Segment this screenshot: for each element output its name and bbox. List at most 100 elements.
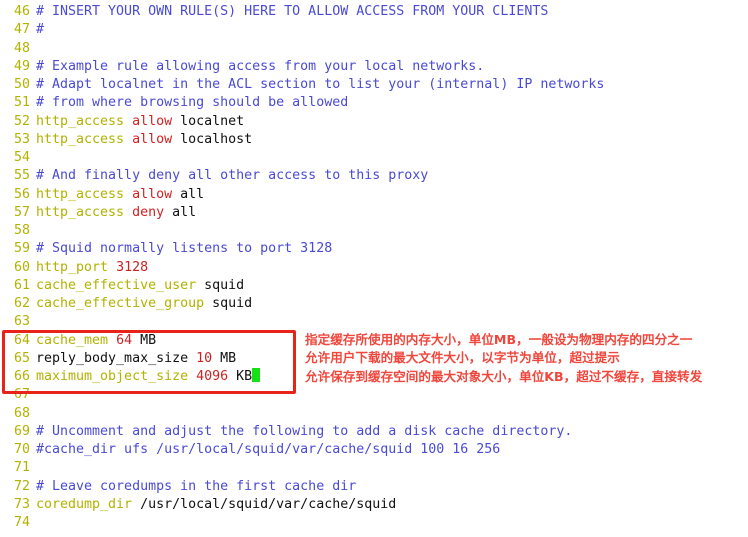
- code-line[interactable]: 55 # And finally deny all other access to…: [0, 167, 748, 185]
- code-line[interactable]: 49 # Example rule allowing access from yo…: [0, 58, 748, 76]
- code-token-comment: #: [36, 22, 45, 38]
- code-token-comment: # Example rule allowing access from your…: [36, 58, 485, 74]
- code-line[interactable]: 58: [0, 222, 748, 240]
- code-token-number: 10: [196, 350, 221, 366]
- code-token-plain: all: [180, 186, 205, 202]
- code-line[interactable]: 59 # Squid normally listens to port 3128: [0, 240, 748, 258]
- code-line[interactable]: 56 http_access allow all: [0, 186, 748, 204]
- code-line[interactable]: 57 http_access deny all: [0, 204, 748, 222]
- code-token-directive: http_port: [36, 259, 117, 275]
- code-line[interactable]: 52 http_access allow localnet: [0, 113, 748, 131]
- line-number: 63: [13, 314, 30, 330]
- line-number: 56: [13, 186, 30, 202]
- line-number: 53: [13, 131, 30, 147]
- code-token-keyword: allow: [132, 186, 181, 202]
- code-line[interactable]: 69 # Uncomment and adjust the following t…: [0, 423, 748, 441]
- code-token-directive: http_access: [36, 113, 133, 129]
- code-token-keyword: allow: [132, 113, 181, 129]
- line-number: 49: [13, 58, 30, 74]
- line-number: 73: [13, 496, 30, 512]
- code-token-plain: reply_body_max_size: [36, 350, 197, 366]
- line-number: 66: [13, 369, 30, 384]
- code-line[interactable]: 67: [0, 386, 748, 404]
- line-number: 74: [13, 515, 30, 530]
- code-token-directive: coredump_dir: [36, 496, 141, 512]
- line-number: 69: [13, 423, 30, 439]
- annotation-line: 允许保存到缓存空间的最大对象大小，单位KB，超过不缓存，直接转发: [305, 368, 703, 384]
- code-line[interactable]: 50 # Adapt localnet in the ACL section to…: [0, 76, 748, 94]
- annotation-line: 指定缓存所使用的内存大小，单位MB，一般设为物理内存的四分之一: [305, 332, 693, 347]
- code-token-plain: MB: [220, 350, 237, 366]
- line-number: 59: [13, 241, 30, 257]
- code-line[interactable]: 63: [0, 313, 748, 331]
- code-token-comment: # Squid normally listens to port 3128: [36, 241, 333, 257]
- code-line[interactable]: 74: [0, 514, 748, 532]
- code-line[interactable]: 62 cache_effective_group squid: [0, 295, 748, 313]
- line-number: 54: [13, 150, 30, 165]
- code-line[interactable]: 47 #: [0, 21, 748, 39]
- line-number: 65: [13, 350, 30, 366]
- code-token-comment: # from where browsing should be allowed: [36, 95, 349, 111]
- line-number: 64: [13, 332, 30, 348]
- code-token-comment: # Adapt localnet in the ACL section to l…: [36, 77, 605, 92]
- code-token-number: 64: [116, 332, 141, 348]
- code-line[interactable]: 54: [0, 149, 748, 167]
- line-number: 68: [13, 405, 30, 421]
- code-token-directive: cache_effective_user: [36, 277, 205, 293]
- code-line[interactable]: 73 coredump_dir /usr/local/squid/var/cach…: [0, 496, 748, 514]
- code-token-directive: http_access: [36, 204, 133, 220]
- code-editor[interactable]: 46 # INSERT YOUR OWN RULE(S) HERE TO ALLO…: [0, 0, 748, 537]
- code-token-number: 4096: [196, 369, 237, 384]
- code-token-number: 3128: [116, 259, 149, 275]
- code-line[interactable]: 71: [0, 459, 748, 477]
- code-token-plain: KB: [236, 369, 253, 384]
- code-token-directive: http_access: [36, 186, 133, 202]
- code-token-plain: localnet: [180, 113, 245, 129]
- code-token-plain: MB: [140, 332, 157, 348]
- line-number: 51: [13, 95, 30, 111]
- line-number: 61: [13, 277, 30, 293]
- line-number: 55: [13, 168, 30, 184]
- code-line[interactable]: 48: [0, 40, 748, 58]
- code-line[interactable]: 72 # Leave coredumps in the first cache d…: [0, 478, 748, 496]
- line-number: 57: [13, 204, 30, 220]
- line-number: 60: [13, 259, 30, 275]
- code-token-keyword: allow: [132, 131, 181, 147]
- text-cursor: [252, 368, 261, 382]
- code-text-area[interactable]: 46 # INSERT YOUR OWN RULE(S) HERE TO ALLO…: [0, 0, 748, 532]
- annotation-block: 指定缓存所使用的内存大小，单位MB，一般设为物理内存的四分之一 允许用户下载的最大…: [305, 331, 702, 386]
- code-token-directive: maximum_object_size: [36, 369, 197, 384]
- line-number: 48: [13, 40, 30, 56]
- line-number: 52: [13, 113, 30, 129]
- code-line[interactable]: 53 http_access allow localhost: [0, 131, 748, 149]
- code-token-plain: squid: [204, 277, 245, 293]
- code-token-directive: http_access: [36, 131, 133, 147]
- code-token-comment: # Uncomment and adjust the following to …: [36, 423, 573, 439]
- code-token-comment: # Leave coredumps in the first cache dir: [36, 478, 357, 494]
- code-token-comment: # And finally deny all other access to t…: [36, 168, 429, 184]
- code-token-plain: /usr/local/squid/var/cache/squid: [140, 496, 397, 512]
- code-line[interactable]: 68: [0, 405, 748, 423]
- code-line[interactable]: 51 # from where browsing should be allowe…: [0, 94, 748, 112]
- code-token-plain: all: [172, 204, 197, 220]
- code-line[interactable]: 60 http_port 3128: [0, 259, 748, 277]
- line-number: 62: [13, 296, 30, 311]
- code-line[interactable]: 70 #cache_dir ufs /usr/local/squid/var/ca…: [0, 441, 748, 459]
- code-token-plain: localhost: [180, 131, 253, 147]
- line-number: 67: [13, 387, 30, 403]
- line-number: 58: [13, 223, 30, 238]
- code-token-plain: squid: [212, 296, 253, 311]
- annotation-line: 允许用户下载的最大文件大小，以字节为单位，超过提示: [305, 350, 620, 366]
- code-token-directive: cache_effective_group: [36, 296, 213, 311]
- line-number: 71: [13, 460, 30, 476]
- code-token-keyword: deny: [132, 204, 173, 220]
- code-token-comment: #cache_dir ufs /usr/local/squid/var/cach…: [36, 442, 501, 457]
- code-line[interactable]: 46 # INSERT YOUR OWN RULE(S) HERE TO ALLO…: [0, 3, 748, 21]
- line-number: 70: [13, 442, 30, 457]
- code-token-directive: cache_mem: [36, 332, 117, 348]
- line-number: 46: [13, 4, 30, 19]
- line-number: 47: [13, 22, 30, 38]
- code-line[interactable]: 61 cache_effective_user squid: [0, 277, 748, 295]
- code-token-comment: # INSERT YOUR OWN RULE(S) HERE TO ALLOW …: [36, 4, 549, 19]
- line-number: 72: [13, 478, 30, 494]
